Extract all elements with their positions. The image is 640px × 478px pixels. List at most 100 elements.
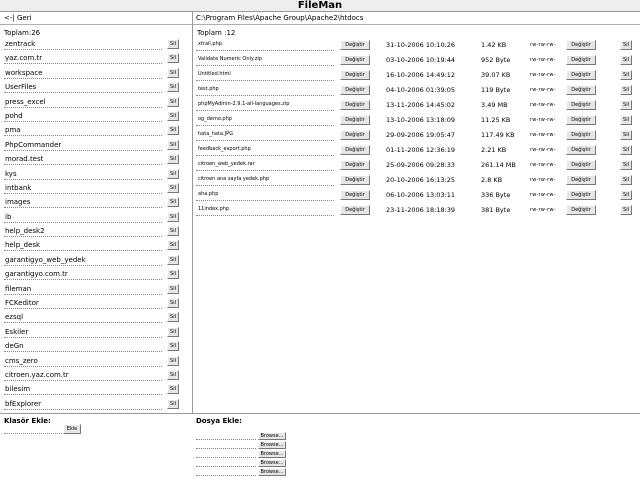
delete-folder-button[interactable]: Sil — [167, 254, 179, 265]
rename-file-button[interactable]: Değiştir — [340, 55, 370, 65]
folder-name[interactable]: pma — [5, 126, 21, 134]
change-permissions-button[interactable]: Değiştir — [566, 100, 596, 110]
file-path-field[interactable] — [196, 459, 256, 467]
back-link[interactable]: <-| Geri — [4, 14, 32, 22]
delete-folder-button[interactable]: Sil — [167, 240, 179, 251]
delete-folder-button[interactable]: Sil — [167, 369, 179, 380]
delete-file-button[interactable]: Sil — [620, 115, 632, 125]
folder-name[interactable]: PhpCommander — [5, 141, 61, 149]
browse-button[interactable]: Browse... — [258, 459, 286, 467]
folder-name[interactable]: intbank — [5, 184, 31, 192]
file-name[interactable]: feedback_export.php — [198, 146, 251, 152]
delete-folder-button[interactable]: Sil — [167, 384, 179, 395]
delete-file-button[interactable]: Sil — [620, 175, 632, 185]
change-permissions-button[interactable]: Değiştir — [566, 160, 596, 170]
folder-name[interactable]: cms_zero — [5, 357, 38, 365]
file-name[interactable]: og_demo.php — [198, 116, 232, 122]
folder-name[interactable]: ezsql — [5, 313, 23, 321]
folder-name[interactable]: workspace — [5, 69, 42, 77]
delete-folder-button[interactable]: Sil — [167, 226, 179, 237]
delete-file-button[interactable]: Sil — [620, 205, 632, 215]
change-permissions-button[interactable]: Değiştir — [566, 70, 596, 80]
folder-name[interactable]: garantigyo_web_yedek — [5, 256, 86, 264]
delete-folder-button[interactable]: Sil — [167, 355, 179, 366]
folder-name[interactable]: pohd — [5, 112, 23, 120]
delete-folder-button[interactable]: Sil — [167, 197, 179, 208]
folder-name[interactable]: help_desk2 — [5, 227, 45, 235]
delete-file-button[interactable]: Sil — [620, 55, 632, 65]
delete-file-button[interactable]: Sil — [620, 85, 632, 95]
file-path-field[interactable] — [196, 432, 256, 440]
browse-button[interactable]: Browse... — [258, 468, 286, 476]
folder-name[interactable]: images — [5, 198, 30, 206]
change-permissions-button[interactable]: Değiştir — [566, 55, 596, 65]
file-name[interactable]: citroen ana sayfa yedek.php — [198, 176, 269, 182]
change-permissions-button[interactable]: Değiştir — [566, 130, 596, 140]
rename-file-button[interactable]: Değiştir — [340, 130, 370, 140]
delete-folder-button[interactable]: Sil — [167, 53, 179, 64]
file-path-field[interactable] — [196, 450, 256, 458]
folder-name[interactable]: bilesim — [5, 385, 30, 393]
rename-file-button[interactable]: Değiştir — [340, 175, 370, 185]
delete-folder-button[interactable]: Sil — [167, 326, 179, 337]
add-folder-button[interactable]: Ekle — [63, 424, 81, 434]
delete-folder-button[interactable]: Sil — [167, 110, 179, 121]
folder-name[interactable]: ib — [5, 213, 11, 221]
file-name[interactable]: 11index.php — [198, 206, 229, 212]
delete-file-button[interactable]: Sil — [620, 40, 632, 50]
browse-button[interactable]: Browse... — [258, 432, 286, 440]
delete-folder-button[interactable]: Sil — [167, 312, 179, 323]
file-path-field[interactable] — [196, 441, 256, 449]
delete-folder-button[interactable]: Sil — [167, 154, 179, 165]
browse-button[interactable]: Browse... — [258, 450, 286, 458]
change-permissions-button[interactable]: Değiştir — [566, 115, 596, 125]
folder-name-input[interactable] — [4, 424, 62, 434]
delete-folder-button[interactable]: Sil — [167, 82, 179, 93]
folder-name[interactable]: deGn — [5, 342, 24, 350]
rename-file-button[interactable]: Değiştir — [340, 100, 370, 110]
change-permissions-button[interactable]: Değiştir — [566, 85, 596, 95]
folder-name[interactable]: FCKeditor — [5, 299, 39, 307]
delete-folder-button[interactable]: Sil — [167, 269, 179, 280]
delete-file-button[interactable]: Sil — [620, 100, 632, 110]
rename-file-button[interactable]: Değiştir — [340, 160, 370, 170]
delete-file-button[interactable]: Sil — [620, 130, 632, 140]
folder-name[interactable]: Eskiler — [5, 328, 28, 336]
file-name[interactable]: aha.php — [198, 191, 218, 197]
browse-button[interactable]: Browse... — [258, 441, 286, 449]
delete-file-button[interactable]: Sil — [620, 145, 632, 155]
folder-name[interactable]: fileman — [5, 285, 31, 293]
delete-folder-button[interactable]: Sil — [167, 341, 179, 352]
file-name[interactable]: Validate Numeric Only.zip — [198, 56, 262, 62]
rename-file-button[interactable]: Değiştir — [340, 85, 370, 95]
folder-name[interactable]: help_desk — [5, 241, 40, 249]
change-permissions-button[interactable]: Değiştir — [566, 190, 596, 200]
delete-file-button[interactable]: Sil — [620, 70, 632, 80]
delete-file-button[interactable]: Sil — [620, 160, 632, 170]
rename-file-button[interactable]: Değiştir — [340, 115, 370, 125]
delete-folder-button[interactable]: Sil — [167, 67, 179, 78]
file-name[interactable]: test.php — [198, 86, 219, 92]
delete-folder-button[interactable]: Sil — [167, 398, 179, 409]
file-path-field[interactable] — [196, 468, 256, 476]
folder-name[interactable]: press_excel — [5, 98, 46, 106]
delete-folder-button[interactable]: Sil — [167, 298, 179, 309]
delete-folder-button[interactable]: Sil — [167, 125, 179, 136]
file-name[interactable]: Untitled.html — [198, 71, 231, 77]
folder-name[interactable]: citroen.yaz.com.tr — [5, 371, 69, 379]
change-permissions-button[interactable]: Değiştir — [566, 40, 596, 50]
delete-folder-button[interactable]: Sil — [167, 211, 179, 222]
delete-folder-button[interactable]: Sil — [167, 283, 179, 294]
file-name[interactable]: xtrail.php — [198, 41, 222, 47]
delete-folder-button[interactable]: Sil — [167, 139, 179, 150]
folder-name[interactable]: garantigyo.com.tr — [5, 270, 68, 278]
folder-name[interactable]: UserFiles — [5, 83, 36, 91]
delete-folder-button[interactable]: Sil — [167, 182, 179, 193]
rename-file-button[interactable]: Değiştir — [340, 205, 370, 215]
delete-folder-button[interactable]: Sil — [167, 39, 179, 49]
rename-file-button[interactable]: Değiştir — [340, 145, 370, 155]
folder-name[interactable]: morad.test — [5, 155, 43, 163]
file-name[interactable]: citroen_web_yedek.rar — [198, 161, 255, 167]
folder-name[interactable]: yaz.com.tr — [5, 54, 42, 62]
delete-file-button[interactable]: Sil — [620, 190, 632, 200]
